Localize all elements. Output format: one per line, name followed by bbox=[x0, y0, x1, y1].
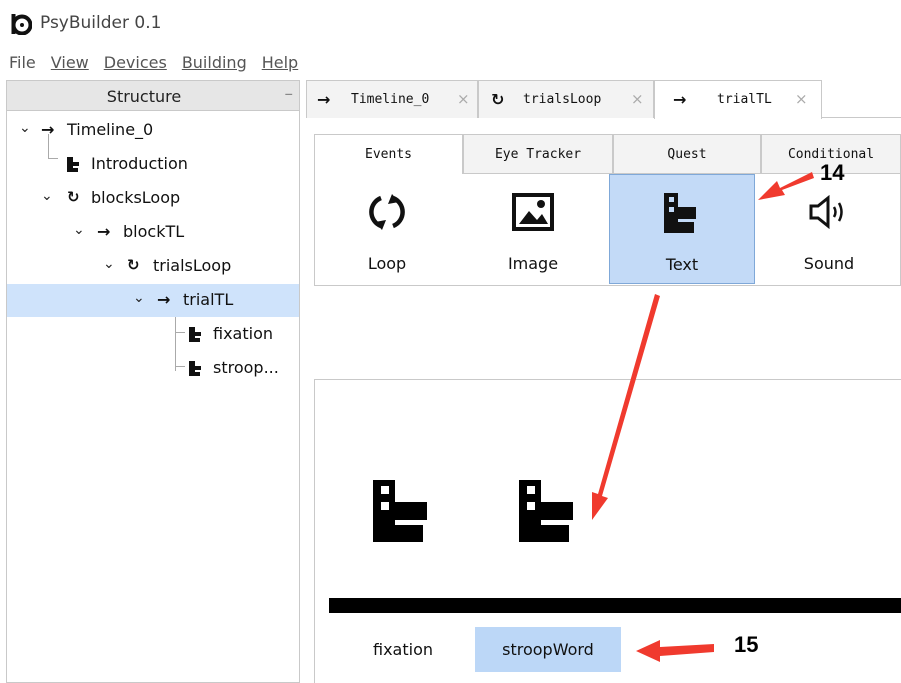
menu-help[interactable]: Help bbox=[262, 53, 298, 72]
tree-item-trialtl[interactable]: ⌄ → trialTL bbox=[7, 284, 299, 317]
tree-item-fixation[interactable]: fixation bbox=[7, 318, 299, 351]
menu-file[interactable]: File bbox=[9, 53, 36, 72]
timeline-canvas: fixation stroopWord bbox=[314, 379, 901, 683]
timeline-item-fixation[interactable]: fixation bbox=[359, 627, 447, 672]
event-sound[interactable]: Sound bbox=[757, 174, 901, 284]
psybuilder-logo-icon bbox=[11, 14, 32, 35]
editor-tab-bar: → Timeline_0 × ↻ trialsLoop × → trialTL … bbox=[306, 80, 901, 119]
chevron-down-icon[interactable]: ⌄ bbox=[103, 256, 115, 272]
menu-building-label: Building bbox=[181, 52, 247, 72]
close-icon[interactable]: × bbox=[795, 90, 808, 108]
close-icon[interactable]: × bbox=[631, 90, 644, 108]
event-image[interactable]: Image bbox=[461, 174, 605, 284]
event-label: Text bbox=[665, 255, 699, 274]
tree-item-label: Timeline_0 bbox=[67, 120, 154, 139]
tab-label: Timeline_0 bbox=[351, 92, 430, 107]
event-label: Sound bbox=[803, 254, 855, 273]
loop-icon: ↻ bbox=[491, 90, 505, 109]
tree-item-label: trialTL bbox=[183, 290, 234, 309]
loop-icon: ↻ bbox=[127, 256, 140, 274]
tab-label: trialsLoop bbox=[523, 92, 602, 107]
panel-collapse-button[interactable]: – bbox=[285, 84, 294, 104]
tree-item-label: Introduction bbox=[91, 154, 188, 173]
structure-panel: Structure – ⌄ → Timeline_0 Introduction … bbox=[6, 80, 300, 683]
tree-item-trialsloop[interactable]: ⌄ ↻ trialsLoop bbox=[7, 250, 299, 283]
menu-view-label: View bbox=[50, 52, 89, 72]
annotation-label-14: 14 bbox=[820, 160, 845, 185]
text-event-icon[interactable] bbox=[373, 480, 431, 542]
menu-bar: File View Devices Building Help bbox=[0, 46, 901, 78]
tab-label: trialTL bbox=[717, 92, 772, 107]
menu-devices-label: Devices bbox=[103, 52, 167, 72]
text-event-icon bbox=[67, 157, 79, 172]
tree-item-label: trialsLoop bbox=[153, 256, 232, 275]
event-loop[interactable]: Loop bbox=[315, 174, 459, 284]
arrow-right-icon: → bbox=[97, 222, 111, 241]
loop-icon: ↻ bbox=[67, 188, 80, 206]
tab-quest[interactable]: Quest bbox=[613, 134, 761, 174]
tab-trialtl[interactable]: → trialTL × bbox=[654, 80, 822, 119]
tab-events[interactable]: Events bbox=[314, 134, 463, 174]
arrow-right-icon: → bbox=[41, 120, 55, 139]
arrow-right-icon: → bbox=[673, 90, 687, 109]
tree-item-label: fixation bbox=[213, 324, 273, 343]
app-title: PsyBuilder 0.1 bbox=[40, 13, 162, 33]
text-event-icon bbox=[610, 191, 754, 235]
chevron-down-icon[interactable]: ⌄ bbox=[133, 290, 145, 306]
chevron-down-icon[interactable]: ⌄ bbox=[73, 222, 85, 238]
tree-item-label: blocksLoop bbox=[91, 188, 181, 207]
structure-header: Structure – bbox=[7, 80, 299, 111]
menu-devices[interactable]: Devices bbox=[104, 53, 167, 72]
image-icon bbox=[461, 190, 605, 234]
event-text[interactable]: Text bbox=[609, 174, 755, 284]
chevron-down-icon[interactable]: ⌄ bbox=[19, 120, 31, 136]
timeline-bar bbox=[329, 598, 901, 613]
tree-item-blocktl[interactable]: ⌄ → blockTL bbox=[7, 216, 299, 249]
arrow-right-icon: → bbox=[157, 290, 171, 309]
speaker-icon bbox=[757, 190, 901, 234]
menu-building[interactable]: Building bbox=[182, 53, 247, 72]
loop-icon bbox=[315, 190, 459, 234]
tree-item-introduction[interactable]: Introduction bbox=[7, 148, 299, 181]
chevron-down-icon[interactable]: ⌄ bbox=[41, 188, 53, 204]
title-bar: PsyBuilder 0.1 bbox=[0, 0, 901, 46]
timeline-item-stroopword[interactable]: stroopWord bbox=[475, 627, 621, 672]
event-category-tabs: Events Eye Tracker Quest Conditional bbox=[314, 134, 901, 174]
event-label: Image bbox=[507, 254, 559, 273]
close-icon[interactable]: × bbox=[457, 90, 470, 108]
structure-title: Structure bbox=[106, 87, 182, 106]
event-label: Loop bbox=[367, 254, 407, 273]
tree-item-label: stroop... bbox=[213, 358, 279, 377]
events-palette: Loop Image Text Sound bbox=[314, 174, 901, 286]
tab-eye-tracker[interactable]: Eye Tracker bbox=[463, 134, 613, 174]
arrow-right-icon: → bbox=[317, 90, 331, 109]
tree-item-timeline-0[interactable]: ⌄ → Timeline_0 bbox=[7, 114, 299, 147]
tree-item-blocksloop[interactable]: ⌄ ↻ blocksLoop bbox=[7, 182, 299, 215]
tab-timeline-0[interactable]: → Timeline_0 × bbox=[306, 80, 478, 118]
menu-help-label: Help bbox=[261, 52, 299, 72]
menu-view[interactable]: View bbox=[51, 53, 89, 72]
tree-item-stroop[interactable]: stroop... bbox=[7, 352, 299, 385]
text-event-icon[interactable] bbox=[519, 480, 577, 542]
text-event-icon bbox=[189, 327, 201, 342]
text-event-icon bbox=[189, 361, 201, 376]
tab-trialsloop[interactable]: ↻ trialsLoop × bbox=[478, 80, 654, 118]
annotation-label-15: 15 bbox=[734, 632, 759, 657]
tree-item-label: blockTL bbox=[123, 222, 185, 241]
